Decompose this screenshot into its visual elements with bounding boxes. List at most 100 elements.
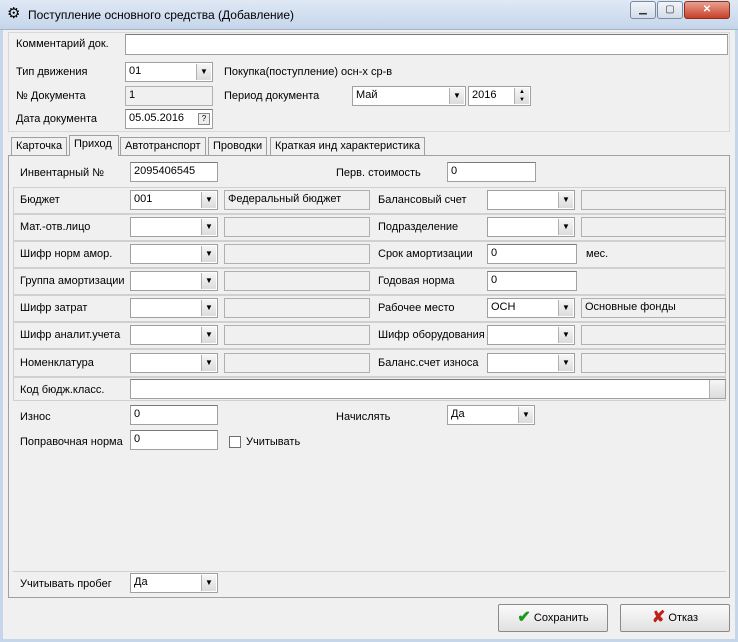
chevron-down-icon[interactable]: ▼ (201, 219, 216, 235)
division-desc (581, 217, 726, 237)
amort-term-input[interactable]: 0 (487, 244, 577, 264)
budget-desc: Федеральный бюджет (224, 190, 370, 210)
inv-input[interactable]: 2095406545 (130, 162, 218, 182)
nomencl-desc (224, 353, 370, 373)
tab-characteristics[interactable]: Краткая инд характеристика (270, 137, 426, 155)
balance-desc (581, 190, 726, 210)
chevron-down-icon[interactable]: ▼ (558, 355, 573, 371)
wear-acc-label: Баланс.счет износа (378, 357, 479, 369)
app-gear-icon: ⚙ (7, 5, 21, 22)
equip-select[interactable]: ▼ (487, 325, 575, 345)
cancel-label: Отказ (668, 612, 699, 624)
chevron-down-icon[interactable]: ▼ (196, 64, 211, 80)
balance-label: Балансовый счет (378, 194, 467, 206)
chevron-down-icon[interactable]: ▼ (449, 88, 464, 104)
chevron-down-icon[interactable]: ▼ (558, 327, 573, 343)
corr-input[interactable]: 0 (130, 430, 218, 450)
chevron-down-icon[interactable]: ▼ (201, 327, 216, 343)
amort-term-label: Срок амортизации (378, 248, 473, 260)
division-select[interactable]: ▼ (487, 217, 575, 237)
tab-card[interactable]: Карточка (11, 137, 68, 155)
wear-acc-select[interactable]: ▼ (487, 353, 575, 373)
chevron-down-icon[interactable]: ▼ (201, 246, 216, 262)
tab-autotransport[interactable]: Автотранспорт (120, 137, 206, 155)
mileage-label: Учитывать пробег (20, 578, 112, 590)
kbk-dropdown-button[interactable] (709, 380, 725, 398)
period-year-spinner[interactable]: 2016 ▲ ▼ (468, 86, 531, 106)
analyt-desc (224, 325, 370, 345)
cost-code-select[interactable]: ▼ (130, 298, 218, 318)
budget-value: 001 (134, 193, 153, 205)
mol-label: Мат.-отв.лицо (20, 221, 91, 233)
analyt-label: Шифр аналит.учета (20, 329, 121, 341)
move-type-select[interactable]: 01 ▼ (125, 62, 213, 82)
amort-code-select[interactable]: ▼ (130, 244, 218, 264)
save-label: Сохранить (533, 612, 589, 624)
budget-select[interactable]: 001 ▼ (130, 190, 218, 210)
budget-label: Бюджет (20, 194, 60, 206)
move-type-label: Тип движения (16, 66, 88, 78)
amort-code-label: Шифр норм амор. (20, 248, 113, 260)
wear-input[interactable]: 0 (130, 405, 218, 425)
period-year-value: 2016 (472, 89, 497, 101)
amort-group-select[interactable]: ▼ (130, 271, 218, 291)
chevron-down-icon[interactable]: ▼ (201, 355, 216, 371)
period-month-value: Май (356, 89, 378, 101)
maximize-button[interactable]: ▢ (657, 1, 683, 19)
chevron-down-icon[interactable]: ▼ (518, 407, 533, 423)
workplace-desc: Основные фонды (581, 298, 726, 318)
kbk-label: Код бюдж.класс. (20, 384, 105, 396)
doc-no-field: 1 (125, 86, 213, 106)
balance-select[interactable]: ▼ (487, 190, 575, 210)
chevron-down-icon[interactable]: ▼ (201, 300, 216, 316)
chevron-down-icon[interactable]: ▼ (558, 192, 573, 208)
nomencl-select[interactable]: ▼ (130, 353, 218, 373)
chevron-down-icon[interactable]: ▼ (201, 192, 216, 208)
amort-term-unit: мес. (586, 248, 609, 260)
consider-checkbox[interactable] (229, 436, 241, 448)
amort-group-desc (224, 271, 370, 291)
calendar-icon[interactable]: ? (198, 113, 210, 125)
move-type-desc: Покупка(поступление) осн-х ср-в (224, 66, 393, 78)
chevron-down-icon[interactable]: ▼ (201, 273, 216, 289)
amort-group-label: Группа амортизации (20, 275, 125, 287)
doc-date-input[interactable]: 05.05.2016? (125, 109, 213, 129)
accrue-select[interactable]: Да ▼ (447, 405, 535, 425)
division-label: Подразделение (378, 221, 459, 233)
kbk-input[interactable] (130, 379, 726, 399)
doc-date-value: 05.05.2016 (129, 112, 185, 124)
annual-norm-label: Годовая норма (378, 275, 455, 287)
analyt-select[interactable]: ▼ (130, 325, 218, 345)
row-mileage (13, 571, 726, 597)
corr-label: Поправочная норма (20, 436, 123, 448)
annual-norm-input[interactable]: 0 (487, 271, 577, 291)
tab-postings[interactable]: Проводки (208, 137, 268, 155)
equip-label: Шифр оборудования (378, 329, 485, 341)
consider-label: Учитывать (246, 436, 301, 448)
nomencl-label: Номенклатура (20, 357, 94, 369)
comment-input[interactable] (125, 34, 728, 55)
chevron-down-icon[interactable]: ▼ (558, 300, 573, 316)
mol-select[interactable]: ▼ (130, 217, 218, 237)
tab-income[interactable]: Приход (69, 135, 119, 156)
minimize-button[interactable]: ▁ (630, 1, 656, 19)
save-button[interactable]: ✔ Сохранить (498, 604, 608, 632)
wear-acc-desc (581, 353, 726, 373)
inv-label: Инвентарный № (20, 167, 105, 179)
workplace-select[interactable]: ОСН ▼ (487, 298, 575, 318)
cancel-button[interactable]: ✘ Отказ (620, 604, 730, 632)
close-button[interactable]: ✕ (684, 1, 730, 19)
move-type-value: 01 (129, 65, 142, 77)
mileage-select[interactable]: Да ▼ (130, 573, 218, 593)
spinner-arrows-icon[interactable]: ▲ ▼ (514, 88, 529, 104)
window-title: Поступление основного средства (Добавлен… (28, 8, 295, 22)
amort-code-desc (224, 244, 370, 264)
mol-desc (224, 217, 370, 237)
chevron-down-icon[interactable]: ▼ (201, 575, 216, 591)
chevron-down-icon[interactable]: ▼ (558, 219, 573, 235)
cross-icon: ✘ (651, 609, 666, 627)
period-month-select[interactable]: Май ▼ (352, 86, 466, 106)
cost-code-desc (224, 298, 370, 318)
wear-label: Износ (20, 411, 51, 423)
cost-input[interactable]: 0 (447, 162, 536, 182)
